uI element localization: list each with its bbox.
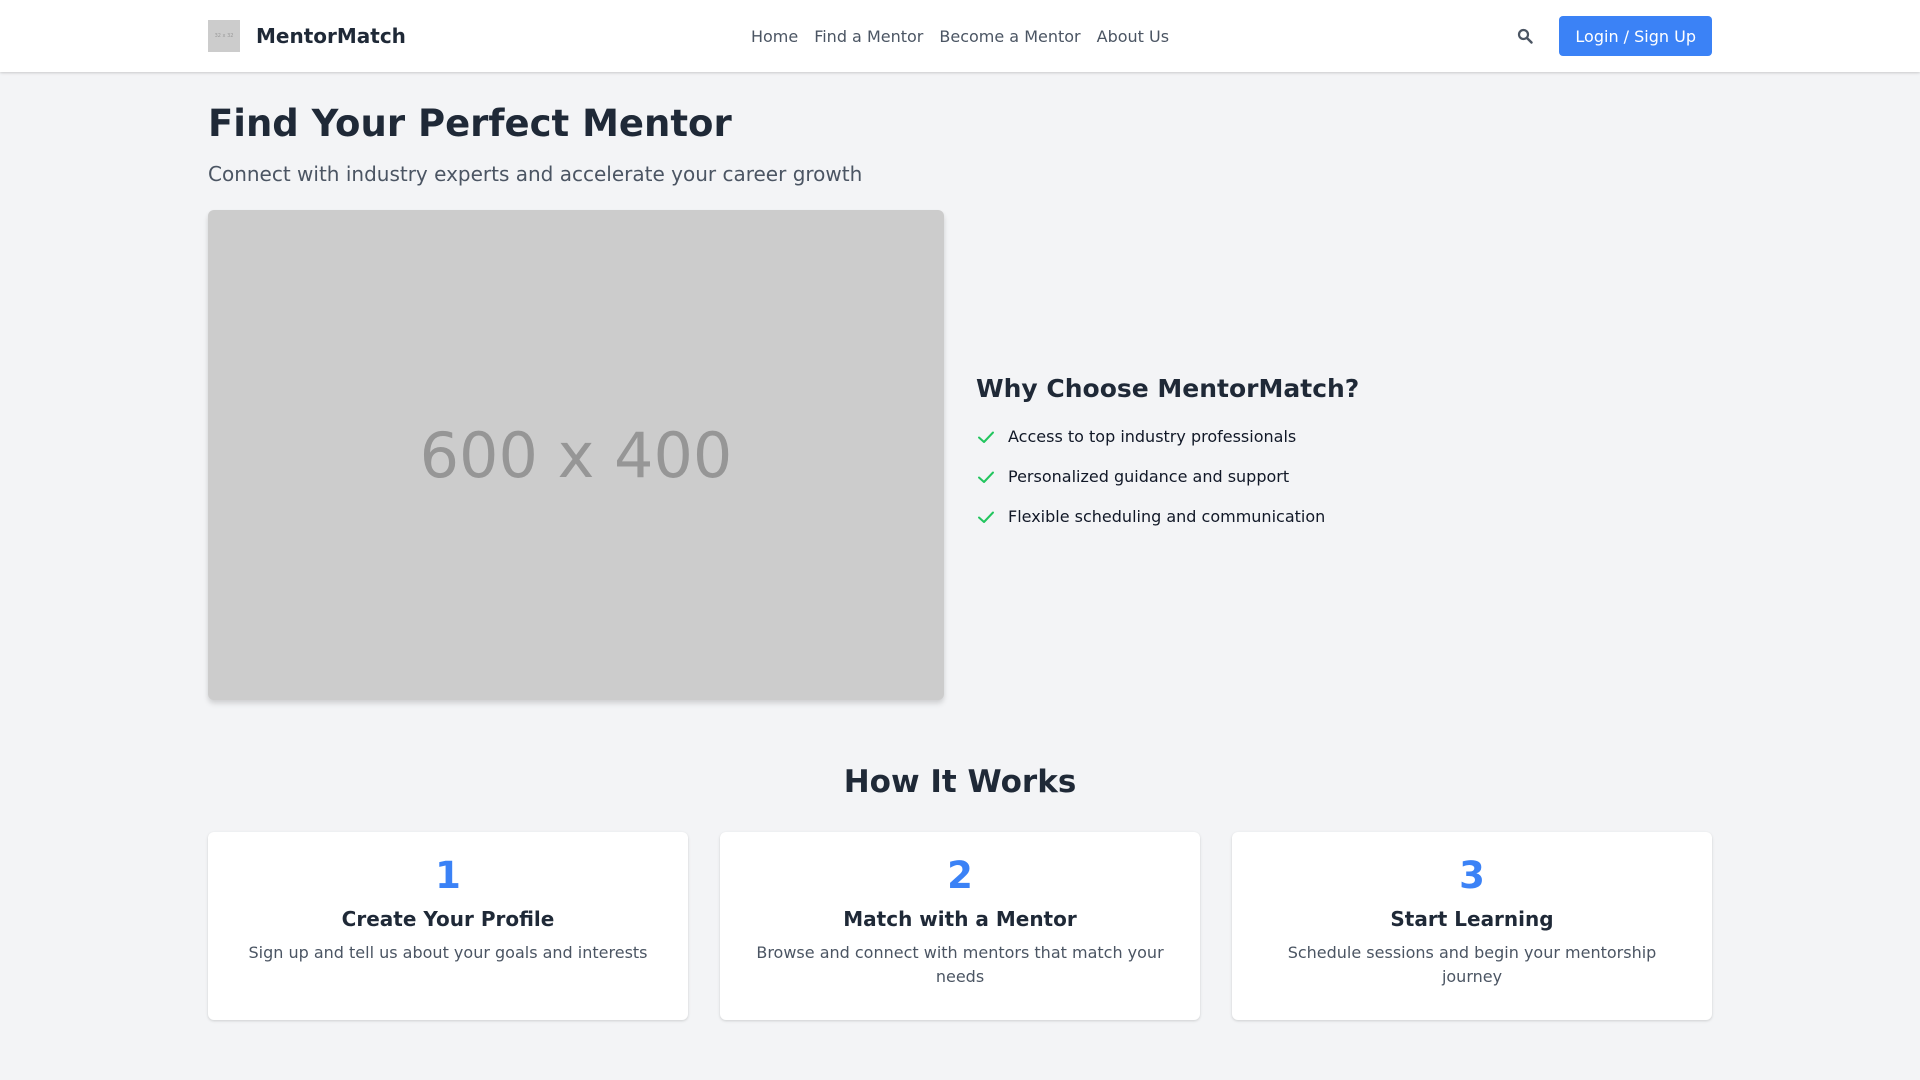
why-item: Flexible scheduling and communication xyxy=(976,497,1359,537)
nav-link-about-us[interactable]: About Us xyxy=(1097,27,1169,46)
why-item-text: Flexible scheduling and communication xyxy=(1008,507,1326,527)
why-section: Why Choose MentorMatch? Access to top in… xyxy=(976,374,1359,537)
logo-image[interactable]: 32 x 32 xyxy=(208,20,240,52)
hero-title: Find Your Perfect Mentor xyxy=(208,102,732,145)
brand-name[interactable]: MentorMatch xyxy=(256,24,406,48)
step-card: 1 Create Your Profile Sign up and tell u… xyxy=(208,832,688,1021)
step-card: 3 Start Learning Schedule sessions and b… xyxy=(1232,832,1712,1021)
nav-links: Home Find a Mentor Become a Mentor About… xyxy=(751,0,1169,72)
hero-subtitle: Connect with industry experts and accele… xyxy=(208,162,863,187)
search-button[interactable] xyxy=(1511,22,1539,50)
why-item-text: Personalized guidance and support xyxy=(1008,467,1290,487)
why-title: Why Choose MentorMatch? xyxy=(976,373,1360,403)
nav-link-find-mentor[interactable]: Find a Mentor xyxy=(814,27,923,46)
hero-image: 600 x 400 xyxy=(208,210,944,701)
steps-row: 1 Create Your Profile Sign up and tell u… xyxy=(208,832,1712,1021)
navbar-inner: 32 x 32 MentorMatch Home Find a Mentor B… xyxy=(208,0,1712,72)
step-description: Sign up and tell us about your goals and… xyxy=(248,942,648,962)
nav-link-become-mentor[interactable]: Become a Mentor xyxy=(939,27,1080,46)
why-item-text: Access to top industry professionals xyxy=(1008,427,1297,447)
nav-actions: Login / Sign Up xyxy=(1511,16,1712,56)
step-description: Browse and connect with mentors that mat… xyxy=(756,942,1164,986)
why-list: Access to top industry professionals Per… xyxy=(976,417,1359,537)
navbar: 32 x 32 MentorMatch Home Find a Mentor B… xyxy=(0,0,1920,72)
step-title: Match with a Mentor xyxy=(843,906,1077,931)
main-content: Find Your Perfect Mentor Connect with in… xyxy=(208,72,1712,1021)
search-icon xyxy=(1518,28,1534,44)
step-description: Schedule sessions and begin your mentors… xyxy=(1287,942,1657,986)
check-icon xyxy=(976,466,998,488)
logo-placeholder-text: 32 x 32 xyxy=(214,33,234,39)
step-number: 2 xyxy=(947,854,973,898)
why-item: Access to top industry professionals xyxy=(976,417,1359,457)
step-number: 3 xyxy=(1459,854,1485,898)
check-icon xyxy=(976,426,998,448)
nav-link-home[interactable]: Home xyxy=(751,27,798,46)
step-number: 1 xyxy=(435,854,461,898)
check-icon xyxy=(976,506,998,528)
step-title: Create Your Profile xyxy=(341,906,555,931)
hero-image-placeholder-text: 600 x 400 xyxy=(419,418,733,492)
step-card: 2 Match with a Mentor Browse and connect… xyxy=(720,832,1200,1021)
login-signup-button[interactable]: Login / Sign Up xyxy=(1559,16,1712,56)
why-item: Personalized guidance and support xyxy=(976,457,1359,497)
how-it-works-title: How It Works xyxy=(843,764,1077,801)
step-title: Start Learning xyxy=(1390,906,1554,931)
hero-row: 600 x 400 Why Choose MentorMatch? Access… xyxy=(208,210,1712,701)
